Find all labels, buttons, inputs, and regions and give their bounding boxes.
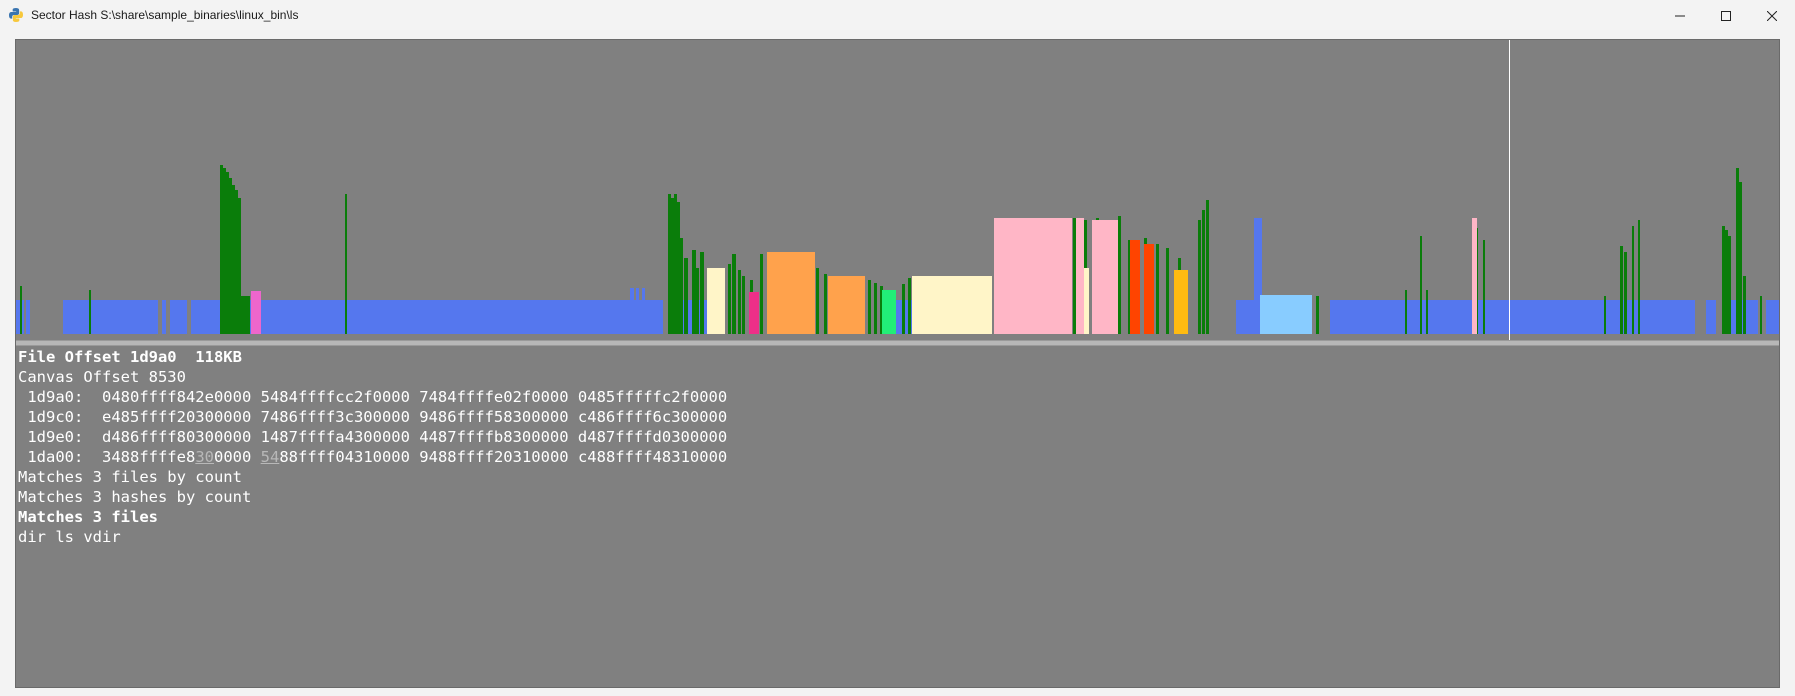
window-title: Sector Hash S:\share\sample_binaries\lin… [31, 8, 299, 22]
canvas-offset-label: Canvas Offset 8530 [18, 368, 186, 386]
hex-row: 1d9c0: e485ffff20300000 7486ffff3c300000… [18, 408, 728, 426]
hex-highlight: 54 [260, 448, 280, 466]
hex-row: 1d9e0: d486ffff80300000 1487ffffa4300000… [18, 428, 728, 446]
match-hashes-count: Matches 3 hashes by count [18, 488, 252, 506]
gold-block [1174, 270, 1188, 334]
python-icon [9, 8, 23, 22]
splitter-bar[interactable] [16, 340, 1779, 346]
bright-green-block [882, 290, 896, 334]
match-files-heading: Matches 3 files [18, 508, 158, 526]
hex-row: 1d9a0: 0480ffff842e0000 5484ffffcc2f0000… [18, 388, 728, 406]
maximize-button[interactable] [1703, 0, 1749, 31]
close-button[interactable] [1749, 0, 1795, 31]
hex-row-segment: 0000 [213, 448, 261, 466]
sector-map [16, 40, 1779, 340]
light-blue-block [1260, 295, 1312, 334]
maximize-icon [1721, 10, 1731, 21]
minimize-icon [1675, 15, 1685, 16]
position-marker[interactable] [1509, 40, 1510, 340]
magenta-block [749, 292, 759, 334]
sector-hash-canvas[interactable] [16, 40, 1779, 340]
hex-row-segment: 1da00: 3488ffffe8 [18, 448, 196, 466]
hex-row-segment: 88ffff04310000 9488ffff20310000 c488ffff… [279, 448, 728, 466]
minimize-button[interactable] [1657, 0, 1703, 31]
file-offset-label: File Offset 1d9a0 118KB [18, 348, 242, 366]
close-icon [1767, 10, 1777, 21]
info-panel: File Offset 1d9a0 118KB Canvas Offset 853… [18, 347, 727, 547]
matched-file-list: dir ls vdir [18, 528, 121, 546]
main-client-area: File Offset 1d9a0 118KB Canvas Offset 853… [15, 39, 1780, 688]
title-bar: Sector Hash S:\share\sample_binaries\lin… [0, 0, 1795, 31]
match-files-count: Matches 3 files by count [18, 468, 242, 486]
hex-highlight: 30 [195, 448, 214, 466]
magenta-block [251, 291, 261, 334]
hex-row: 1da00: 3488ffffe8300000 5488ffff04310000… [18, 447, 727, 467]
